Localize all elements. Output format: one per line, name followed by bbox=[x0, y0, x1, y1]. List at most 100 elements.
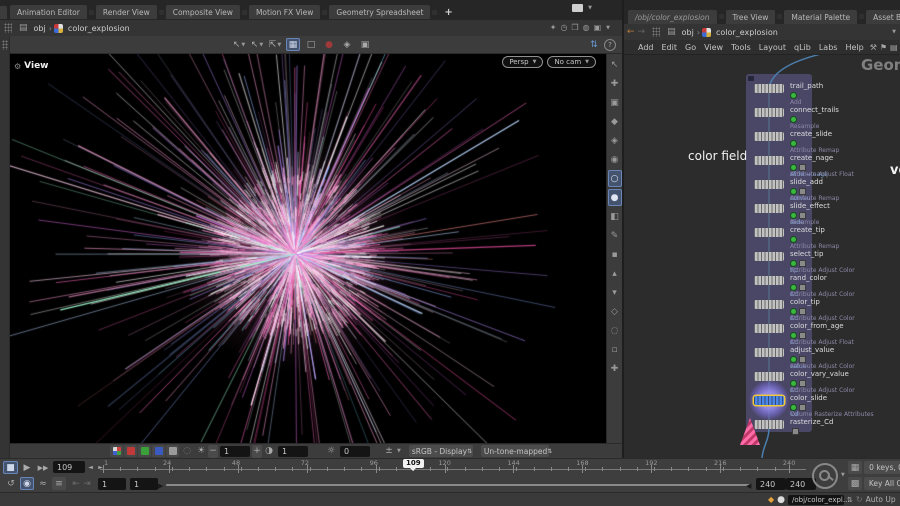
node[interactable]: Attribute Adjust Colorcolor_slideCd bbox=[754, 396, 784, 405]
breadcrumb-node[interactable]: color_explosion bbox=[68, 24, 130, 33]
view-options-icon[interactable]: ▣ bbox=[358, 38, 372, 51]
cook-mode-icon[interactable]: ◆ bbox=[768, 495, 774, 504]
pathbar-icon[interactable]: ✦ bbox=[550, 23, 557, 32]
drag-grip-icon[interactable] bbox=[652, 27, 660, 37]
auto-update-label[interactable]: Auto Up bbox=[866, 495, 896, 504]
global-start-field[interactable]: 1 bbox=[98, 478, 126, 490]
points-icon[interactable]: ✎ bbox=[608, 227, 622, 244]
breadcrumb-root[interactable]: obj bbox=[34, 24, 46, 33]
gear-icon[interactable]: ⚙ bbox=[14, 62, 21, 71]
camera-button[interactable]: No cam▼ bbox=[547, 56, 596, 68]
prev-key-button[interactable]: ⇤ bbox=[71, 477, 81, 490]
pane-tab[interactable]: /obj/color_explosion bbox=[628, 10, 717, 24]
pane-tab[interactable]: Animation Editor bbox=[10, 5, 87, 19]
menu-item[interactable]: Layout bbox=[759, 43, 786, 52]
node[interactable]: Attribute Adjust Floatslide_addcurveu bbox=[754, 180, 784, 189]
key-all-channels-button[interactable]: Key All Channels bbox=[864, 477, 900, 490]
lightbulb-icon[interactable]: ○ bbox=[608, 170, 622, 187]
misc-icon[interactable]: ✚ bbox=[608, 360, 622, 377]
path-menu-caret-icon[interactable]: ▼ bbox=[892, 29, 896, 35]
node-name-label[interactable]: adjust_value bbox=[790, 346, 900, 354]
node[interactable]: Volume Rasterize Attributesrasterize_Cd bbox=[754, 420, 784, 429]
node[interactable]: Attribute Remapselect_tiptip bbox=[754, 252, 784, 261]
key-menu-caret-icon[interactable]: ▼ bbox=[841, 472, 845, 478]
lock-icon[interactable]: ◆ bbox=[608, 113, 622, 130]
node-body[interactable] bbox=[754, 132, 784, 141]
pan-tool-icon[interactable]: ✚ bbox=[608, 75, 622, 92]
node-name-label[interactable]: color_vary_value bbox=[790, 370, 900, 378]
back-arrow-icon[interactable]: ← bbox=[627, 27, 635, 37]
pane-tab[interactable]: Asset Browser bbox=[866, 10, 900, 24]
timeline-ruler[interactable]: 124487296120144168192216240109 bbox=[100, 459, 830, 476]
group-icon[interactable]: ◌ bbox=[608, 322, 622, 339]
menu-toolbar-icon[interactable]: ▤ bbox=[890, 43, 898, 52]
node[interactable]: trail_path bbox=[754, 84, 784, 93]
rail-grip-icon[interactable] bbox=[2, 40, 8, 50]
channel-green-button[interactable] bbox=[138, 445, 151, 457]
pane-tab[interactable]: Render View bbox=[96, 5, 157, 19]
magnify-icon[interactable]: ◌ bbox=[180, 445, 194, 458]
translate-handle-icon[interactable]: ↖▼ bbox=[250, 38, 264, 51]
node-name-label[interactable]: trail_path bbox=[790, 82, 900, 90]
handles-icon[interactable]: ▾ bbox=[608, 284, 622, 301]
pane-tab[interactable]: Motion FX View bbox=[249, 5, 320, 19]
sync-icon[interactable]: ⇅ bbox=[587, 38, 601, 51]
node-body[interactable] bbox=[754, 324, 784, 333]
node-body[interactable] bbox=[754, 348, 784, 357]
playhead-bubble[interactable]: 109 bbox=[403, 459, 424, 468]
display-menu-caret-icon[interactable]: ▼ bbox=[397, 448, 401, 454]
keys-info-button[interactable]: 0 keys, 0/0 chan bbox=[864, 461, 900, 474]
menu-item[interactable]: Edit bbox=[662, 43, 678, 52]
shield-icon[interactable]: ◈ bbox=[340, 38, 354, 51]
network-editor[interactable]: Geom color field vo trail_pathAddconnect… bbox=[624, 55, 900, 458]
box-select-icon[interactable]: □ bbox=[304, 38, 318, 51]
node-name-label[interactable]: create_nage bbox=[790, 154, 900, 162]
shade-icon[interactable]: ◉ bbox=[608, 151, 622, 168]
updown-icon[interactable]: ⇅ bbox=[847, 496, 853, 504]
menu-item[interactable]: qLib bbox=[794, 43, 811, 52]
audio-icon[interactable]: ≈ bbox=[36, 477, 50, 490]
brightness-plus-button[interactable]: + bbox=[252, 445, 262, 458]
skip-to-end-button[interactable]: ▶▶ bbox=[36, 461, 50, 474]
range-slider-track[interactable] bbox=[166, 484, 750, 486]
node[interactable]: Attribute Adjust Colorcolor_tipCd bbox=[754, 300, 784, 309]
status-path-field[interactable]: /obj/color_expl... bbox=[788, 495, 844, 505]
pane-tab[interactable]: Material Palette bbox=[784, 10, 857, 24]
play-button[interactable]: ▶ bbox=[20, 461, 34, 474]
brightness-minus-button[interactable]: − bbox=[208, 445, 218, 458]
channel-rgb-button[interactable] bbox=[110, 445, 123, 457]
current-frame-field[interactable]: 109 bbox=[53, 461, 85, 473]
menu-toolbar-icon[interactable]: ⚒ bbox=[870, 43, 877, 52]
pane-tab[interactable]: Geometry Spreadsheet bbox=[329, 5, 430, 19]
normals-icon[interactable]: ▴ bbox=[608, 265, 622, 282]
menu-toolbar-icon[interactable]: ⚑ bbox=[880, 43, 887, 52]
contrast-icon[interactable]: ◑ bbox=[262, 445, 276, 458]
menu-item[interactable]: Tools bbox=[731, 43, 751, 52]
pathbar-icon[interactable]: ◍ bbox=[583, 23, 590, 32]
colorspace-select[interactable]: sRGB - Display⇅ bbox=[409, 445, 473, 457]
set-key-button[interactable] bbox=[812, 463, 838, 489]
node-body[interactable] bbox=[754, 84, 784, 93]
snap-disabled-icon[interactable]: ● bbox=[322, 38, 336, 51]
node-name-label[interactable]: color_slide bbox=[790, 394, 900, 402]
pane-tab[interactable]: Composite View bbox=[166, 5, 240, 19]
exposure-icon[interactable]: ± bbox=[382, 445, 396, 458]
gamma-field[interactable]: 0 bbox=[340, 446, 370, 457]
node-name-label[interactable]: connect_trails bbox=[790, 106, 900, 114]
node-body[interactable] bbox=[754, 252, 784, 261]
node[interactable]: Addconnect_trails bbox=[754, 108, 784, 117]
gamma-icon[interactable]: ☼ bbox=[324, 445, 338, 458]
node[interactable]: Attribute Adjust Colorrand_colorCd bbox=[754, 276, 784, 285]
projection-button[interactable]: Persp▼ bbox=[502, 56, 543, 68]
node-body[interactable] bbox=[754, 108, 784, 117]
breadcrumb-root[interactable]: obj bbox=[682, 28, 694, 37]
node-body[interactable] bbox=[754, 228, 784, 237]
node[interactable]: Attribute Remapcreate_nageslide → nage bbox=[754, 156, 784, 165]
node-name-label[interactable]: select_tip bbox=[790, 250, 900, 258]
scoped-channels-icon[interactable]: ▦ bbox=[848, 461, 862, 474]
node-name-label[interactable]: color_tip bbox=[790, 298, 900, 306]
node-body[interactable] bbox=[754, 156, 784, 165]
node-body[interactable] bbox=[754, 300, 784, 309]
forward-arrow-icon[interactable]: → bbox=[638, 27, 646, 37]
node[interactable]: Attribute Remapslide_effectslide bbox=[754, 204, 784, 213]
